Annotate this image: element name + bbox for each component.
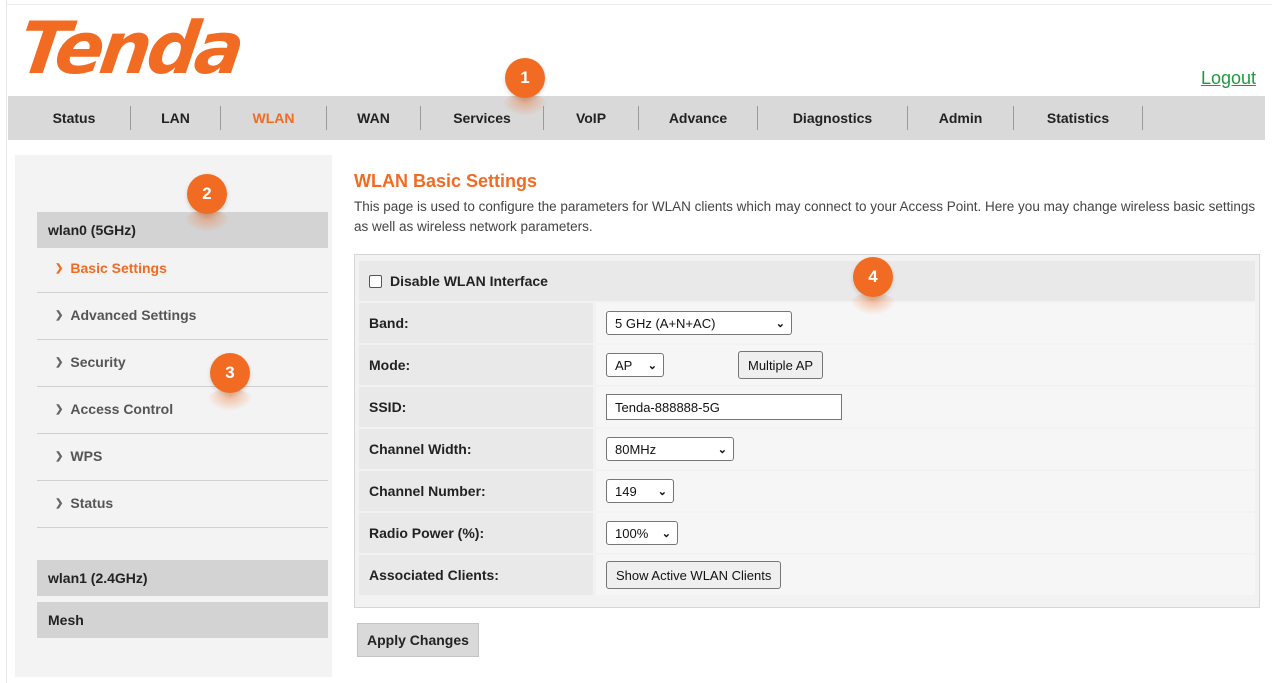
tab-voip[interactable]: VoIP <box>544 96 638 140</box>
disable-wlan-label: Disable WLAN Interface <box>390 273 548 289</box>
channel-width-cell: 80MHz ⌄ <box>596 429 1255 469</box>
band-select[interactable]: 5 GHz (A+N+AC) ⌄ <box>606 311 792 335</box>
tenda-logo: Tenda <box>14 6 246 90</box>
chevron-right-icon: ❯ <box>55 309 64 321</box>
sidebar-group-wlan1[interactable]: wlan1 (2.4GHz) <box>37 560 328 596</box>
apply-changes-button[interactable]: Apply Changes <box>357 623 479 657</box>
marker-number: 4 <box>853 257 893 297</box>
sidebar-item-basic-settings[interactable]: ❯ Basic Settings <box>37 245 328 291</box>
page-frame-left <box>6 0 7 683</box>
sidebar-item-security[interactable]: ❯ Security <box>37 339 328 385</box>
chevron-down-icon: ⌄ <box>647 359 657 372</box>
sidebar-item-access-control[interactable]: ❯ Access Control <box>37 386 328 432</box>
sidebar: wlan0 (5GHz) ❯ Basic Settings ❯ Advanced… <box>15 155 332 677</box>
ssid-row: SSID: <box>359 387 1255 427</box>
ssid-cell <box>596 387 1255 427</box>
tab-lan[interactable]: LAN <box>131 96 220 140</box>
radio-power-cell: 100% ⌄ <box>596 513 1255 553</box>
channel-width-select[interactable]: 80MHz ⌄ <box>606 437 734 461</box>
sidebar-item-wps[interactable]: ❯ WPS <box>37 433 328 479</box>
mode-row: Mode: AP ⌄ Multiple AP <box>359 345 1255 385</box>
channel-width-label: Channel Width: <box>359 429 593 469</box>
mode-label: Mode: <box>359 345 593 385</box>
multiple-ap-button[interactable]: Multiple AP <box>738 351 824 379</box>
sidebar-item-advanced-settings[interactable]: ❯ Advanced Settings <box>37 292 328 338</box>
channel-width-row: Channel Width: 80MHz ⌄ <box>359 429 1255 469</box>
ssid-input[interactable] <box>606 394 842 420</box>
sidebar-item-label: WPS <box>70 448 103 464</box>
disable-wlan-row: Disable WLAN Interface <box>359 261 1255 301</box>
mode-selected-value: AP <box>615 357 633 373</box>
chevron-right-icon: ❯ <box>55 450 64 462</box>
top-nav: Status LAN WLAN WAN Services VoIP Advanc… <box>8 96 1265 140</box>
chevron-right-icon: ❯ <box>55 403 64 415</box>
callout-marker-2: 2 <box>182 174 232 232</box>
channel-number-cell: 149 ⌄ <box>596 471 1255 511</box>
nav-divider <box>1142 106 1143 130</box>
ssid-label: SSID: <box>359 387 593 427</box>
radio-power-row: Radio Power (%): 100% ⌄ <box>359 513 1255 553</box>
chevron-right-icon: ❯ <box>55 497 64 509</box>
sidebar-item-label: Access Control <box>70 401 174 417</box>
channel-width-selected-value: 80MHz <box>615 441 657 457</box>
callout-marker-3: 3 <box>205 353 255 411</box>
marker-number: 2 <box>187 174 227 214</box>
chevron-down-icon: ⌄ <box>661 527 671 540</box>
radio-power-select[interactable]: 100% ⌄ <box>606 521 678 545</box>
show-active-clients-button[interactable]: Show Active WLAN Clients <box>606 561 782 589</box>
radio-power-label: Radio Power (%): <box>359 513 593 553</box>
sidebar-item-status[interactable]: ❯ Status <box>37 480 328 526</box>
tab-diagnostics[interactable]: Diagnostics <box>758 96 907 140</box>
chevron-right-icon: ❯ <box>55 356 64 368</box>
channel-number-selected-value: 149 <box>615 483 637 499</box>
disable-wlan-option[interactable]: Disable WLAN Interface <box>359 261 1255 301</box>
tab-wlan[interactable]: WLAN <box>221 96 326 140</box>
associated-clients-label: Associated Clients: <box>359 555 593 595</box>
associated-clients-row: Associated Clients: Show Active WLAN Cli… <box>359 555 1255 595</box>
mode-select[interactable]: AP ⌄ <box>606 353 664 377</box>
band-cell: 5 GHz (A+N+AC) ⌄ <box>596 303 1255 343</box>
page-description: This page is used to configure the param… <box>354 199 1256 234</box>
logout-link[interactable]: Logout <box>1201 68 1256 89</box>
tab-advance[interactable]: Advance <box>639 96 757 140</box>
band-label: Band: <box>359 303 593 343</box>
sidebar-item-label: Advanced Settings <box>70 307 197 323</box>
callout-marker-4: 4 <box>848 257 898 315</box>
chevron-down-icon: ⌄ <box>657 485 667 498</box>
radio-power-selected-value: 100% <box>615 525 649 541</box>
channel-number-label: Channel Number: <box>359 471 593 511</box>
mode-cell: AP ⌄ Multiple AP <box>596 345 1255 385</box>
sidebar-item-label: Basic Settings <box>70 260 167 276</box>
page-title: WLAN Basic Settings <box>354 171 538 191</box>
band-selected-value: 5 GHz (A+N+AC) <box>615 315 716 331</box>
wlan-basic-settings-form: Disable WLAN Interface Band: 5 GHz (A+N+… <box>354 254 1260 608</box>
band-row: Band: 5 GHz (A+N+AC) ⌄ <box>359 303 1255 343</box>
channel-number-select[interactable]: 149 ⌄ <box>606 479 674 503</box>
chevron-right-icon: ❯ <box>55 262 64 274</box>
marker-number: 3 <box>210 353 250 393</box>
sidebar-item-label: Status <box>70 495 114 511</box>
callout-marker-1: 1 <box>500 58 550 116</box>
sidebar-divider <box>37 527 328 528</box>
tab-statistics[interactable]: Statistics <box>1014 96 1142 140</box>
chevron-down-icon: ⌄ <box>717 443 727 456</box>
tab-wan[interactable]: WAN <box>327 96 420 140</box>
sidebar-item-label: Security <box>70 354 126 370</box>
marker-number: 1 <box>505 58 545 98</box>
chevron-down-icon: ⌄ <box>775 317 785 330</box>
associated-clients-cell: Show Active WLAN Clients <box>596 555 1255 595</box>
sidebar-group-mesh[interactable]: Mesh <box>37 602 328 638</box>
tab-admin[interactable]: Admin <box>908 96 1013 140</box>
disable-wlan-checkbox[interactable] <box>369 274 382 288</box>
channel-number-row: Channel Number: 149 ⌄ <box>359 471 1255 511</box>
tab-status[interactable]: Status <box>18 96 130 140</box>
